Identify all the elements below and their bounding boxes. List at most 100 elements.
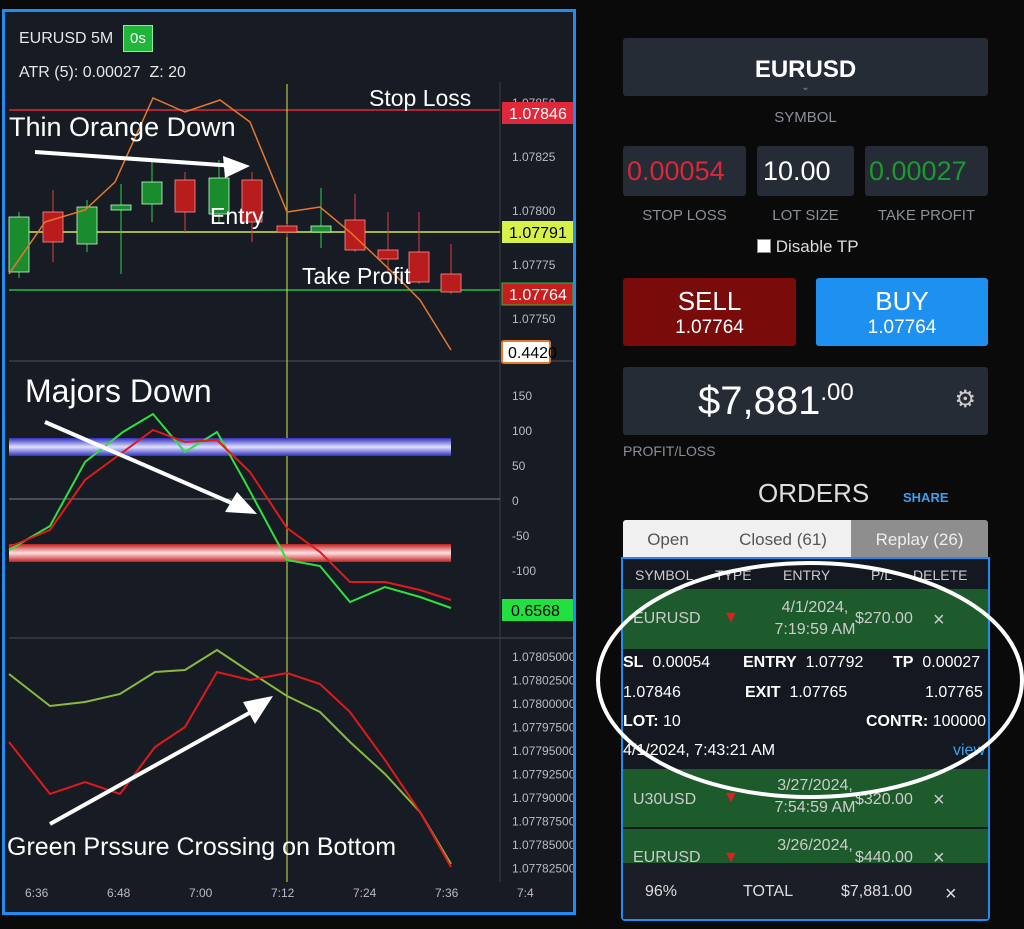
axis-tick-label: 1.07775 bbox=[512, 258, 556, 272]
symbol-selector[interactable]: EURUSD ⌄ bbox=[623, 38, 988, 96]
lot-size-input[interactable]: 10.00 bbox=[757, 146, 854, 196]
chevron-down-icon: ⌄ bbox=[801, 82, 810, 93]
time-tick-label: 7:4 bbox=[517, 886, 534, 900]
row-date: 3/26/2024, bbox=[777, 837, 853, 854]
axis-tick-label: 1.07790000 bbox=[512, 791, 573, 805]
axis-tick-label: 1.07797500 bbox=[512, 721, 573, 735]
axis-tick-label: 1.07795000 bbox=[512, 744, 573, 758]
axis-tick-label: 1.07800000 bbox=[512, 697, 573, 711]
annotation-thin-orange: Thin Orange Down bbox=[9, 112, 236, 142]
z-label: Z: bbox=[149, 64, 164, 81]
indicator-tag-text: 0.4420 bbox=[508, 345, 557, 362]
buy-label: BUY bbox=[875, 286, 929, 316]
axis-tick-label: 50 bbox=[512, 459, 526, 473]
time-tick-label: 7:00 bbox=[189, 886, 213, 900]
arrowhead bbox=[243, 696, 273, 724]
sell-button[interactable]: SELL 1.07764 bbox=[623, 278, 796, 346]
candle-body bbox=[141, 181, 163, 205]
annotation-arrows bbox=[34, 150, 261, 826]
disable-tp-checkbox[interactable] bbox=[757, 239, 771, 253]
atr-readout: ATR (5): 0.00027 Z: 20 bbox=[19, 64, 186, 82]
annotation-entry: Entry bbox=[210, 203, 264, 229]
stop-loss-input[interactable]: 0.00054 bbox=[623, 146, 746, 196]
take-profit-value: 0.00027 bbox=[869, 156, 967, 186]
candle-body bbox=[276, 225, 298, 233]
time-tick-label: 7:24 bbox=[353, 886, 377, 900]
candle-body bbox=[344, 219, 366, 251]
axis-tick-label: 1.07787500 bbox=[512, 815, 573, 829]
disable-tp-label: Disable TP bbox=[775, 237, 859, 256]
tab-replay-label: Replay (26) bbox=[875, 530, 964, 549]
annotation-majors: Majors Down bbox=[25, 373, 212, 409]
axis-tick-label: 100 bbox=[512, 424, 532, 438]
tab-replay[interactable]: Replay (26) bbox=[851, 520, 988, 558]
axis-tick-label: -50 bbox=[512, 529, 530, 543]
gear-icon[interactable]: ⚙ bbox=[954, 385, 976, 414]
atr-label: ATR (5): bbox=[19, 64, 79, 81]
axis-tick-label: 1.07805000 bbox=[512, 650, 573, 664]
chart-svg: Thin Orange Down Stop Loss Entry Take Pr… bbox=[7, 82, 573, 900]
entry-tag-text: 1.07791 bbox=[509, 225, 567, 242]
profit-loss-box: $7,881.00 ⚙ bbox=[623, 367, 988, 435]
table-row[interactable]: EURUSD ▼ 3/26/2024, $440.00 × bbox=[623, 829, 988, 863]
trade-panel: EURUSD ⌄ SYMBOL 0.00054 10.00 0.00027 ST… bbox=[585, 0, 1024, 929]
share-link[interactable]: SHARE bbox=[903, 490, 949, 505]
chart-panel[interactable]: Thin Orange Down Stop Loss Entry Take Pr… bbox=[2, 9, 576, 915]
candle-body bbox=[174, 179, 196, 213]
majors-axis: 150 100 50 0 -50 -100 bbox=[512, 389, 536, 578]
clear-icon[interactable]: × bbox=[945, 883, 957, 906]
take-profit-caption: TAKE PROFIT bbox=[877, 207, 976, 224]
candle-body bbox=[408, 251, 430, 283]
footer-total-value: $7,881.00 bbox=[841, 883, 913, 900]
axis-tick-label: 1.07750 bbox=[512, 312, 556, 326]
annotation-take-profit: Take Profit bbox=[302, 263, 411, 289]
lower-band bbox=[9, 544, 451, 562]
orders-title: ORDERS bbox=[758, 478, 870, 508]
orders-footer: 96% TOTAL $7,881.00 × bbox=[623, 863, 988, 919]
tab-open[interactable]: Open bbox=[623, 530, 713, 550]
atr-value: 0.00027 bbox=[82, 64, 141, 81]
time-axis: 6:36 6:48 7:00 7:12 7:24 7:36 7:4 bbox=[25, 886, 534, 900]
buy-button[interactable]: BUY 1.07764 bbox=[816, 278, 988, 346]
footer-percent: 96% bbox=[645, 883, 678, 900]
axis-tick-label: 0 bbox=[512, 494, 519, 508]
take-profit-input[interactable]: 0.00027 bbox=[865, 146, 988, 196]
symbol-timeframe: EURUSD 5M bbox=[19, 30, 114, 47]
majors-value-tag-text: 0.6568 bbox=[511, 603, 560, 620]
candle-body bbox=[42, 211, 64, 243]
row-symbol: EURUSD bbox=[633, 849, 701, 863]
pl-cents: .00 bbox=[820, 379, 854, 406]
profit-loss-caption: PROFIT/LOSS bbox=[623, 443, 716, 459]
disable-tp-option[interactable]: Disable TP bbox=[757, 237, 859, 257]
time-tick-label: 7:36 bbox=[435, 886, 459, 900]
symbol-caption: SYMBOL bbox=[774, 109, 837, 126]
lot-size-value: 10.00 bbox=[763, 156, 831, 186]
candle-body bbox=[76, 206, 98, 245]
take-profit-tag-text: 1.07764 bbox=[509, 287, 567, 304]
tab-closed[interactable]: Closed (61) bbox=[723, 530, 843, 550]
z-value: 20 bbox=[168, 64, 186, 81]
arrow-pressure bbox=[49, 705, 261, 826]
pressure-axis: 1.07805000 1.07802500 1.07800000 1.07797500… bbox=[512, 650, 573, 876]
pl-main: $7,881 bbox=[698, 379, 821, 423]
timer-badge: 0s bbox=[123, 25, 153, 52]
row-pl: $440.00 bbox=[855, 849, 913, 863]
stop-loss-caption: STOP LOSS bbox=[642, 207, 727, 224]
time-tick-label: 6:48 bbox=[107, 886, 131, 900]
candle-body bbox=[377, 249, 399, 260]
arrow-orange bbox=[34, 150, 236, 168]
highlight-ellipse bbox=[596, 561, 1024, 799]
axis-tick-label: 150 bbox=[512, 389, 532, 403]
buy-price: 1.07764 bbox=[867, 317, 937, 338]
axis-tick-label: 1.07825 bbox=[512, 150, 556, 164]
annotation-stop-loss: Stop Loss bbox=[369, 85, 471, 111]
stop-loss-value: 0.00054 bbox=[627, 156, 725, 186]
arrowhead bbox=[223, 156, 250, 178]
candle-body bbox=[440, 273, 462, 293]
delete-icon[interactable]: × bbox=[933, 847, 945, 863]
axis-tick-label: 1.07785000 bbox=[512, 838, 573, 852]
annotation-pressure: Green Prssure Crossing on Bottom bbox=[7, 833, 396, 861]
axis-tick-label: 1.07800 bbox=[512, 204, 556, 218]
footer-total-label: TOTAL bbox=[743, 883, 794, 900]
axis-tick-label: 1.07782500 bbox=[512, 862, 573, 876]
